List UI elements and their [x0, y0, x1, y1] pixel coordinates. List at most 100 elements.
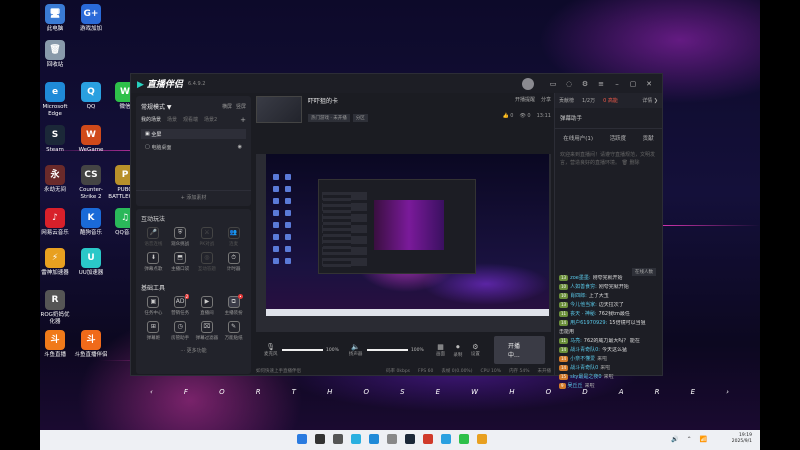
- chat-message[interactable]: 14 战斗青奇队0: 今天这么猛: [559, 347, 661, 353]
- desktop-icon[interactable]: 斗斗鱼直播伴侣: [74, 330, 108, 359]
- desktop-icon[interactable]: S Steam: [40, 125, 72, 154]
- landscape-toggle[interactable]: 横屏: [222, 104, 232, 110]
- room-tag[interactable]: 热门游戏 · 未开播: [308, 114, 350, 122]
- record-button[interactable]: ⏺ 录制: [449, 343, 466, 358]
- picture-button[interactable]: ▦ 画面: [432, 343, 449, 357]
- tab-online-users[interactable]: 在线用户(1): [563, 134, 593, 142]
- mode-dropdown[interactable]: 常规模式 ▼: [141, 102, 172, 111]
- settings-icon[interactable]: ⚙: [578, 80, 592, 88]
- eye-icon[interactable]: ◉: [238, 144, 242, 150]
- desktop-icon[interactable]: 🗑 回收站: [40, 40, 72, 69]
- chat-username[interactable]: 小奈不懂爱: [570, 356, 595, 362]
- chat-username[interactable]: sky最是之夜0: [570, 374, 601, 380]
- tab-viewer[interactable]: 观看端: [183, 116, 198, 124]
- tool-语音连线[interactable]: 🎤 语音连线: [140, 227, 167, 247]
- tool-直播间[interactable]: ▶ 直播间: [194, 296, 221, 316]
- tool-万能贴纸[interactable]: ✎ 万能贴纸: [220, 321, 247, 341]
- settings-button[interactable]: ⚙ 设置: [467, 343, 484, 357]
- go-live-button[interactable]: 开播中...: [494, 336, 545, 364]
- maximize-icon[interactable]: ▢: [626, 80, 640, 88]
- clock[interactable]: 19:19 2025/9/1: [732, 433, 752, 445]
- speaker-button[interactable]: 🔈 扬声器: [347, 343, 364, 357]
- chat-message[interactable]: 击能用: [559, 329, 661, 335]
- add-scene-icon[interactable]: +: [240, 116, 246, 124]
- add-source-button[interactable]: + 添加素材: [136, 190, 251, 201]
- taskbar-app-icon[interactable]: [405, 434, 415, 444]
- more-features-button[interactable]: ··· 更多功能: [136, 347, 251, 354]
- tool-连麦[interactable]: 👥 连麦: [220, 227, 247, 247]
- tab-my-scenes[interactable]: 我的场景: [141, 116, 161, 124]
- chat-username[interactable]: zoe墨墨:: [570, 275, 590, 281]
- desktop-icon[interactable]: R ROG奶妈优化器: [40, 290, 72, 325]
- chat-message[interactable]: 14 小奈不懂爱 来啦: [559, 356, 661, 362]
- taskbar-app-icon[interactable]: [477, 434, 487, 444]
- tray-icons[interactable]: 🔊 ⌃ 📶: [671, 436, 710, 443]
- chat-username[interactable]: 今儿他当家:: [570, 302, 597, 308]
- taskbar-app-icon[interactable]: [315, 434, 325, 444]
- tool-主播装扮[interactable]: ⧉ • 主播装扮: [220, 294, 247, 316]
- tool-任务中心[interactable]: ▣ 任务中心: [140, 296, 167, 316]
- desktop-icon[interactable]: e Microsoft Edge: [40, 82, 72, 117]
- taskbar-app-icon[interactable]: [459, 434, 469, 444]
- desktop-icon[interactable]: 永永劫无间: [40, 165, 72, 194]
- desktop-icon[interactable]: K 酷狗音乐: [74, 208, 108, 237]
- tab-scene-2[interactable]: 场景2: [204, 116, 217, 124]
- tool-主播口袋[interactable]: ⬒ 主播口袋: [167, 252, 194, 272]
- chat-message[interactable]: 14 战斗青奇队0 来啦: [559, 365, 661, 371]
- tool-弹幕点歌[interactable]: ⬇ 弹幕点歌: [140, 252, 167, 272]
- chat-username[interactable]: 丧天 · 神秘:: [570, 311, 596, 317]
- taskbar-app-icon[interactable]: [333, 434, 343, 444]
- taskbar-app-icon[interactable]: [297, 434, 307, 444]
- details-link[interactable]: 详情 ❯: [642, 97, 658, 104]
- taskbar-app-icon[interactable]: [369, 434, 379, 444]
- preview-canvas[interactable]: [266, 154, 549, 316]
- tab-activity[interactable]: 活跃度: [610, 134, 627, 142]
- tool-观众挑战[interactable]: ⛨ 观众挑战: [167, 227, 194, 247]
- chat-message[interactable]: 13 今儿他当家: 边天拉次了: [559, 302, 661, 308]
- scene-item-desktop[interactable]: ▢ 电脑桌面 ◉: [141, 142, 246, 152]
- mic-volume-slider[interactable]: [282, 349, 324, 351]
- chat-message[interactable]: 15 sky最是之夜0 来啦: [559, 374, 661, 380]
- room-tag[interactable]: 分区: [352, 114, 368, 122]
- tab-contribute[interactable]: 贡献: [643, 134, 654, 142]
- chat-message[interactable]: 10 肖四郎: 上了大玉: [559, 293, 661, 299]
- live-remind-button[interactable]: 开播提醒: [515, 97, 535, 103]
- desktop-icon[interactable]: CS Counter-Strike 2: [74, 165, 108, 200]
- desktop-icon[interactable]: ⚡ 雷神加速器: [40, 248, 72, 277]
- chat-username[interactable]: 马亮:: [570, 338, 582, 344]
- taskbar-app-icon[interactable]: [441, 434, 451, 444]
- portrait-toggle[interactable]: 竖屏: [236, 104, 246, 110]
- desktop-icon[interactable]: ♪ 网易云音乐: [40, 208, 72, 237]
- chat-message[interactable]: 10 人如善食穷: 刚夸完就开始: [559, 284, 661, 290]
- close-icon[interactable]: ✕: [642, 80, 656, 88]
- tab-fans[interactable]: 1/2万: [582, 97, 595, 104]
- room-title[interactable]: 吓吓狙的卡: [308, 96, 371, 105]
- chat-username[interactable]: 人如善食穷:: [570, 284, 597, 290]
- scene-item-fullscreen[interactable]: ▣ 全屏: [141, 129, 246, 139]
- minimize-icon[interactable]: –: [610, 80, 624, 88]
- speaker-volume-slider[interactable]: [367, 349, 408, 351]
- tool-互动答题[interactable]: ◎ 互动答题: [194, 252, 221, 272]
- tool-弹幕姬[interactable]: ⊞ 弹幕姬: [140, 321, 167, 341]
- mic-button[interactable]: 🎙 麦克风: [262, 343, 279, 357]
- chat-message[interactable]: 11 马亮: 762的威力最大吗？ 能在: [559, 338, 661, 344]
- menu-icon[interactable]: ≡: [594, 80, 608, 88]
- chat-username[interactable]: 肖四郎:: [570, 293, 587, 299]
- desktop-icon[interactable]: 斗斗鱼直播: [40, 330, 72, 359]
- help-link[interactable]: 如何快速上手直播伴侣: [256, 368, 301, 374]
- tab-scene[interactable]: 场景: [167, 116, 177, 124]
- tool-营销任务[interactable]: AD 2 营销任务: [167, 294, 194, 316]
- desktop-icon[interactable]: G+ 游戏加加: [74, 4, 108, 33]
- stream-preview[interactable]: [256, 154, 551, 332]
- tool-弹幕过滤器[interactable]: ⌧ 弹幕过滤器: [194, 321, 221, 341]
- chat-message[interactable]: 13 zoe墨墨: 刚夸完就开始: [559, 275, 661, 281]
- tool-计时器[interactable]: ⏱ 计时器: [220, 252, 247, 272]
- tab-contribution[interactable]: 贡献榜: [559, 97, 574, 104]
- chat-username[interactable]: 用户61970929:: [570, 320, 607, 326]
- chat-username[interactable]: 吴丘丘: [568, 383, 583, 389]
- share-button[interactable]: 分享: [541, 97, 551, 103]
- desktop-icon[interactable]: Q QQ: [74, 82, 108, 111]
- tab-energy[interactable]: 0 高能: [603, 97, 618, 104]
- chat-message[interactable]: 14 用户61970929: 15倍镜可以当狙: [559, 320, 661, 326]
- chat-username[interactable]: 战斗青奇队0: [570, 365, 598, 371]
